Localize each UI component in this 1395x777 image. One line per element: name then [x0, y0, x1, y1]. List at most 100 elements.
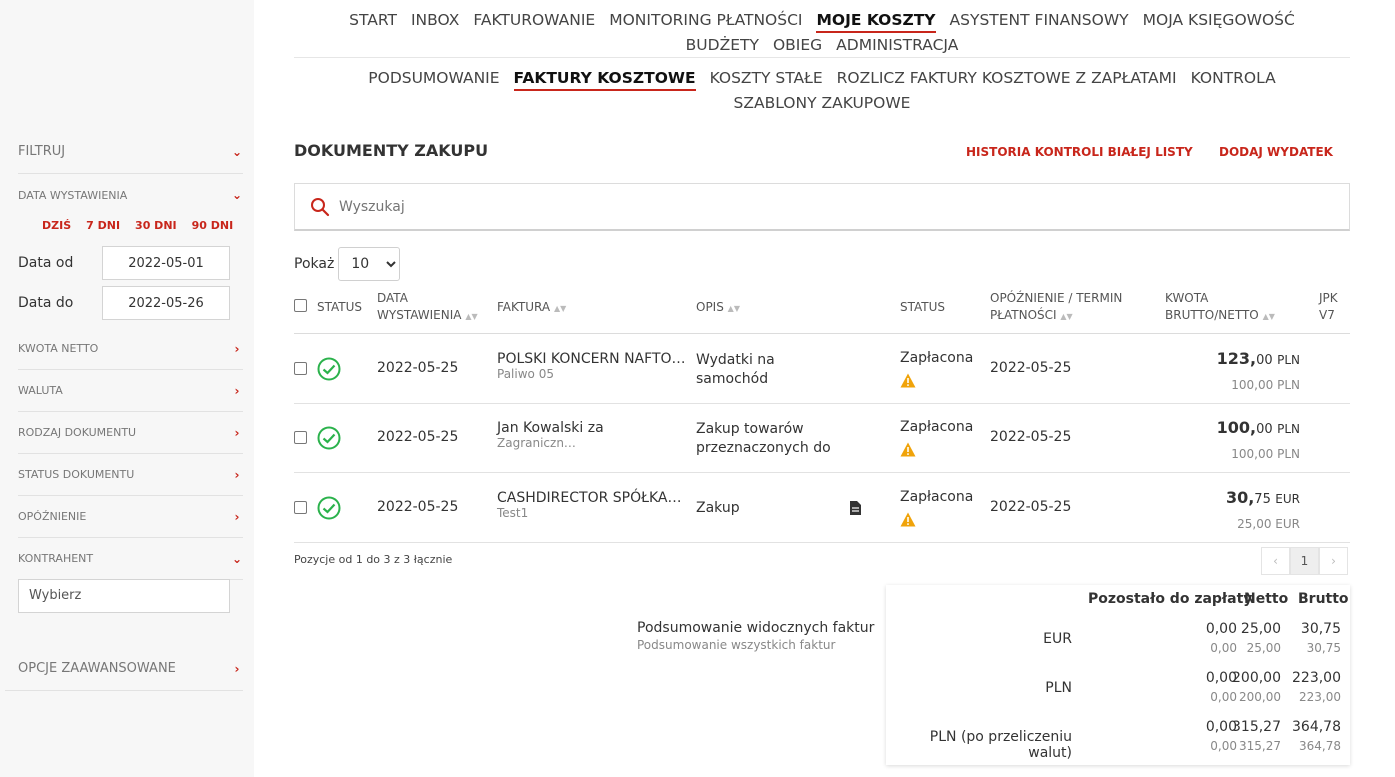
quick-today[interactable]: DZIŚ — [42, 219, 71, 232]
tab-faktury-kosztowe[interactable]: FAKTURY KOSZTOWE — [513, 67, 696, 91]
tab-podsumowanie[interactable]: PODSUMOWANIE — [368, 66, 499, 91]
nav-start[interactable]: START — [349, 8, 397, 33]
chevron-right-icon: › — [234, 341, 240, 356]
nav-fakturowanie[interactable]: FAKTUROWANIE — [473, 8, 595, 33]
page-size-select[interactable]: 10 — [338, 247, 401, 281]
warning-icon[interactable] — [900, 442, 916, 457]
select-all-checkbox[interactable] — [294, 299, 307, 312]
filter-status-dokumentu[interactable]: STATUS DOKUMENTU › — [18, 454, 243, 496]
col-kwota[interactable]: KWOTA BRUTTO/NETTO ▲▼ — [1165, 290, 1275, 325]
search-bar — [294, 183, 1350, 231]
nav-monitoring[interactable]: MONITORING PŁATNOŚCI — [609, 8, 802, 33]
table-row[interactable]: 2022-05-25 POLSKI KONCERN NAFTO… Paliwo 05… — [294, 335, 1350, 404]
filter-date-toggle[interactable]: DATA WYSTAWIENIA ⌄ — [18, 175, 243, 215]
sort-icon: ▲▼ — [1060, 312, 1073, 321]
advanced-options-label: OPCJE ZAAWANSOWANE — [18, 661, 176, 676]
advanced-options-toggle[interactable]: OPCJE ZAAWANSOWANE › — [18, 647, 243, 691]
filter-kwota-netto[interactable]: KWOTA NETTO › — [18, 328, 243, 370]
quick-7-days[interactable]: 7 DNI — [86, 219, 120, 232]
next-page-button[interactable]: › — [1319, 547, 1348, 575]
tab-rozlicz[interactable]: ROZLICZ FAKTURY KOSZTOWE Z ZAPŁATAMI — [837, 66, 1177, 91]
row-amount-gross: 100,00 PLN — [1217, 418, 1300, 437]
divider — [294, 333, 1350, 334]
nav-administracja[interactable]: ADMINISTRACJA — [836, 33, 958, 58]
tab-kontrola[interactable]: KONTROLA — [1191, 66, 1276, 91]
add-expense-link[interactable]: DODAJ WYDATEK — [1219, 145, 1333, 159]
col-date-line1: DATA — [377, 291, 408, 305]
tab-koszty-stale[interactable]: KOSZTY STAŁE — [710, 66, 823, 91]
warning-icon[interactable] — [900, 512, 916, 527]
search-icon — [311, 197, 330, 216]
summary-gross-all: 30,75 — [1306, 641, 1341, 655]
warning-icon[interactable] — [900, 373, 916, 388]
kontrahent-select[interactable]: Wybierz — [18, 579, 230, 613]
date-to-row: Data do — [18, 286, 230, 320]
filter-kontrahent[interactable]: KONTRAHENT ⌄ — [18, 538, 243, 580]
amount-int: 100, — [1216, 418, 1257, 437]
filter-label: RODZAJ DOKUMENTU — [18, 426, 137, 439]
amount-int: 123, — [1216, 349, 1257, 368]
row-invoice[interactable]: CASHDIRECTOR SPÓŁKA… Test1 — [497, 490, 682, 520]
col-opis[interactable]: OPIS ▲▼ — [696, 299, 740, 317]
nav-ksiegowosc[interactable]: MOJA KSIĘGOWOŚĆ — [1143, 8, 1295, 33]
sort-icon: ▲▼ — [727, 304, 740, 313]
search-input[interactable] — [339, 198, 1349, 215]
amount-currency: PLN — [1277, 422, 1300, 436]
row-date: 2022-05-25 — [377, 499, 459, 515]
table-row[interactable]: 2022-05-25 CASHDIRECTOR SPÓŁKA… Test1 Zakup… — [294, 474, 1350, 543]
amount-dec: 00 — [1256, 422, 1273, 437]
nav-moje-koszty[interactable]: MOJE KOSZTY — [816, 9, 936, 33]
filter-label: STATUS DOKUMENTU — [18, 468, 135, 481]
row-invoice-sub: Paliwo 05 — [497, 367, 554, 381]
row-payment-status: Zapłacona — [900, 350, 974, 366]
row-invoice[interactable]: Jan Kowalski za Zagraniczn… — [497, 420, 604, 450]
date-from-input[interactable] — [102, 246, 230, 280]
quick-30-days[interactable]: 30 DNI — [135, 219, 177, 232]
quick-90-days[interactable]: 90 DNI — [192, 219, 234, 232]
tab-szablony[interactable]: SZABLONY ZAKUPOWE — [734, 91, 911, 116]
nav-obieg[interactable]: OBIEG — [773, 33, 822, 58]
nav-inbox[interactable]: INBOX — [411, 8, 459, 33]
whitelist-history-link[interactable]: HISTORIA KONTROLI BIAŁEJ LISTY — [966, 145, 1193, 159]
row-checkbox[interactable] — [294, 362, 307, 375]
date-to-input[interactable] — [102, 286, 230, 320]
col-jpk: JPK V7 — [1319, 290, 1338, 324]
filter-toggle[interactable]: FILTRUJ ⌄ — [18, 130, 243, 174]
chevron-down-icon: ⌄ — [231, 551, 243, 566]
amount-int: 30, — [1225, 488, 1255, 507]
summary-col-pozostalo: Pozostało do zapłaty — [1088, 591, 1253, 607]
nav-asystent[interactable]: ASYSTENT FINANSOWY — [950, 8, 1129, 33]
table-row[interactable]: 2022-05-25 Jan Kowalski za Zagraniczn… Zaku… — [294, 404, 1350, 473]
document-icon[interactable] — [849, 501, 861, 515]
col-termin[interactable]: OPÓŹNIENIE / TERMIN PŁATNOŚCI ▲▼ — [990, 290, 1122, 325]
row-checkbox[interactable] — [294, 501, 307, 514]
quick-date-range: DZIŚ 7 DNI 30 DNI 90 DNI — [42, 219, 233, 232]
nav-budzety[interactable]: BUDŻETY — [686, 33, 759, 58]
row-payment-status: Zapłacona — [900, 419, 974, 435]
row-invoice[interactable]: POLSKI KONCERN NAFTO… Paliwo 05 — [497, 351, 686, 381]
filter-waluta[interactable]: WALUTA › — [18, 370, 243, 412]
row-description-line2: samochód — [696, 371, 769, 387]
row-invoice-sub: Zagraniczn… — [497, 436, 576, 450]
filter-date-title: DATA WYSTAWIENIA — [18, 188, 128, 202]
summary-col-brutto: Brutto — [1298, 591, 1349, 607]
summary-remaining: 0,00 — [1205, 621, 1237, 637]
summary-currency: EUR — [1043, 631, 1072, 647]
page-size-label: Pokaż — [294, 256, 335, 272]
filter-label: WALUTA — [18, 384, 63, 397]
row-invoice-name: Jan Kowalski za — [497, 420, 604, 436]
col-faktura[interactable]: FAKTURA ▲▼ — [497, 299, 566, 317]
page-button[interactable]: 1 — [1290, 547, 1319, 575]
summary-currency: PLN — [1045, 680, 1072, 696]
prev-page-button[interactable]: ‹ — [1261, 547, 1290, 575]
row-due-date: 2022-05-25 — [990, 360, 1072, 376]
row-invoice-name: CASHDIRECTOR SPÓŁKA… — [497, 490, 682, 506]
filter-rodzaj-dokumentu[interactable]: RODZAJ DOKUMENTU › — [18, 412, 243, 454]
row-description-line1: Wydatki na — [696, 352, 775, 368]
pagination-info: Pozycje od 1 do 3 z 3 łącznie — [294, 553, 453, 566]
summary-remaining-all: 0,00 — [1210, 690, 1237, 704]
row-checkbox[interactable] — [294, 431, 307, 444]
col-date[interactable]: DATA WYSTAWIENIA ▲▼ — [377, 290, 478, 325]
row-date: 2022-05-25 — [377, 360, 459, 376]
filter-opoznienie[interactable]: OPÓŹNIENIE › — [18, 496, 243, 538]
